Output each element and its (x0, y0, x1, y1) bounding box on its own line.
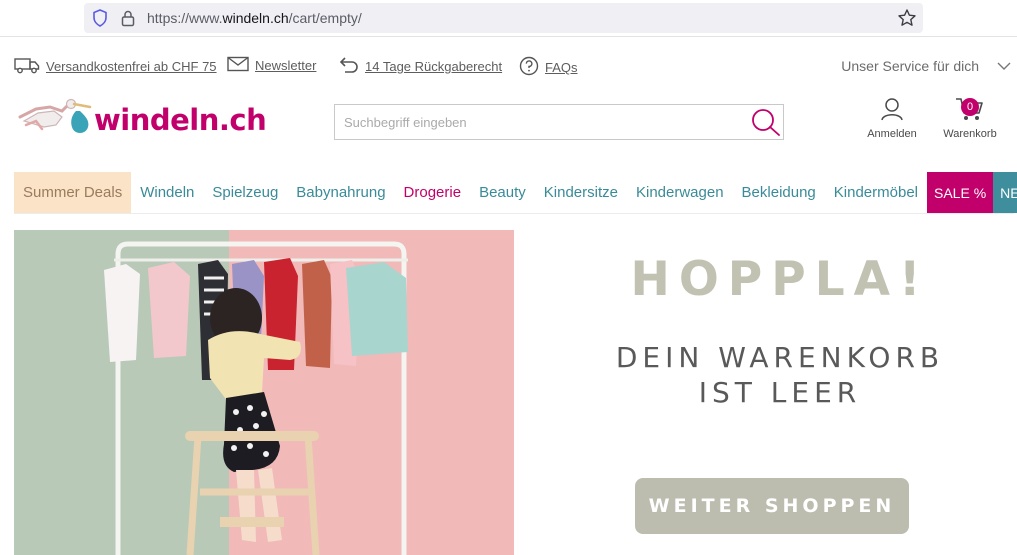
nav-item-neu[interactable]: NEU (993, 172, 1017, 213)
nav-item-summer-deals[interactable]: Summer Deals (14, 172, 132, 213)
chevron-down-icon (997, 58, 1011, 74)
hero-subtitle-line2: IST LEER (698, 376, 862, 409)
cart-button[interactable]: 0 Warenkorb (939, 96, 1001, 140)
nav-item-spielzeug[interactable]: Spielzeug (203, 172, 287, 213)
nav-item-babynahrung[interactable]: Babynahrung (287, 172, 394, 213)
site-logo[interactable]: windeln.ch (16, 95, 267, 144)
faqs-link[interactable]: FAQs (519, 56, 578, 79)
login-label: Anmelden (867, 128, 917, 140)
hero-subtitle: DEIN WARENKORB IST LEER (540, 340, 1017, 410)
url-host: windeln.ch (222, 10, 289, 26)
logo-text: windeln.ch (94, 102, 267, 137)
nav-item-kindersitze[interactable]: Kindersitze (535, 172, 627, 213)
lock-icon[interactable] (121, 9, 135, 32)
bookmark-star-icon[interactable] (897, 8, 917, 33)
site-header: windeln.ch Anmelden 0 Warenkorb (0, 90, 1017, 160)
search-icon[interactable] (749, 107, 781, 137)
hero-image (14, 230, 514, 555)
nav-item-bekleidung[interactable]: Bekleidung (733, 172, 825, 213)
return-policy-label: 14 Tage Rückgaberecht (365, 59, 503, 74)
service-dropdown[interactable]: Unser Service für dich (841, 58, 1011, 74)
free-shipping-link[interactable]: Versandkostenfrei ab CHF 75 (14, 56, 217, 77)
shield-icon[interactable] (92, 9, 108, 32)
cart-count-badge: 0 (961, 98, 979, 116)
user-icon (879, 98, 905, 125)
category-nav: Summer Deals Windeln Spielzeug Babynahru… (14, 172, 1017, 214)
url-path: /cart/empty/ (288, 10, 362, 26)
search-box (334, 104, 784, 140)
truck-icon (14, 56, 40, 77)
continue-shopping-button[interactable]: WEITER SHOPPEN (635, 478, 909, 534)
hero-title: HOPPLA! (630, 252, 930, 307)
search-input[interactable] (335, 105, 735, 139)
url-prefix: https://www. (147, 10, 223, 26)
nav-item-drogerie[interactable]: Drogerie (395, 172, 471, 213)
nav-item-kindermoebel[interactable]: Kindermöbel (825, 172, 927, 213)
newsletter-label: Newsletter (255, 58, 317, 73)
service-label: Unser Service für dich (841, 58, 979, 74)
service-bar: Versandkostenfrei ab CHF 75 Newsletter 1… (0, 50, 1017, 82)
login-button[interactable]: Anmelden (862, 96, 922, 140)
stork-logo-icon (16, 95, 94, 144)
return-policy-link[interactable]: 14 Tage Rückgaberecht (339, 56, 502, 77)
free-shipping-label: Versandkostenfrei ab CHF 75 (46, 59, 217, 74)
url-text[interactable]: https://www.windeln.ch/cart/empty/ (147, 10, 362, 26)
return-arrow-icon (339, 56, 359, 77)
nav-item-sale[interactable]: SALE % (927, 172, 994, 213)
address-bar[interactable]: https://www.windeln.ch/cart/empty/ (84, 3, 923, 33)
faqs-label: FAQs (545, 60, 578, 75)
newsletter-link[interactable]: Newsletter (227, 56, 316, 75)
question-icon (519, 56, 539, 79)
cart-label: Warenkorb (943, 128, 997, 140)
nav-item-windeln[interactable]: Windeln (131, 172, 203, 213)
hero-subtitle-line1: DEIN WARENKORB (615, 341, 945, 374)
envelope-icon (227, 56, 249, 75)
nav-item-beauty[interactable]: Beauty (470, 172, 535, 213)
browser-toolbar: https://www.windeln.ch/cart/empty/ (0, 0, 1017, 37)
nav-item-kinderwagen[interactable]: Kinderwagen (627, 172, 733, 213)
